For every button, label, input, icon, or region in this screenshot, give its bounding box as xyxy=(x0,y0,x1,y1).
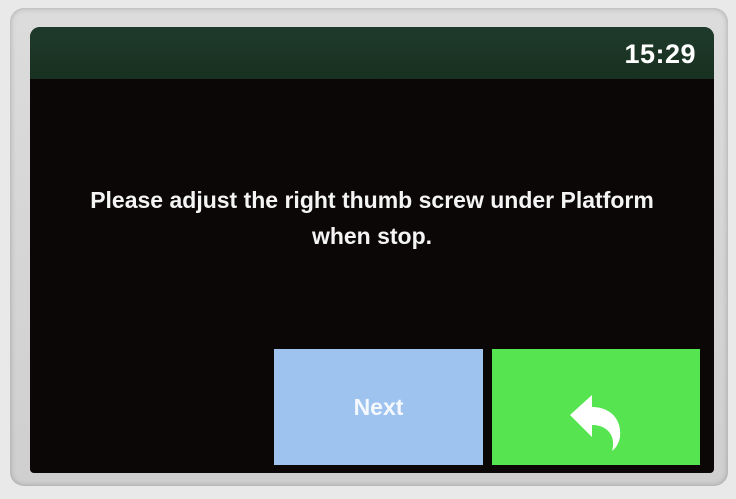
instruction-message: Please adjust the right thumb screw unde… xyxy=(30,182,714,254)
status-bar: 15:29 xyxy=(30,27,714,79)
touch-screen: 15:29 Please adjust the right thumb scre… xyxy=(30,27,714,473)
instruction-line-1: Please adjust the right thumb screw unde… xyxy=(90,187,654,213)
back-button[interactable] xyxy=(492,349,700,465)
next-button[interactable]: Next xyxy=(274,349,483,465)
undo-arrow-icon xyxy=(570,395,621,451)
clock-time: 15:29 xyxy=(624,39,696,69)
instruction-line-2: when stop. xyxy=(311,223,433,249)
